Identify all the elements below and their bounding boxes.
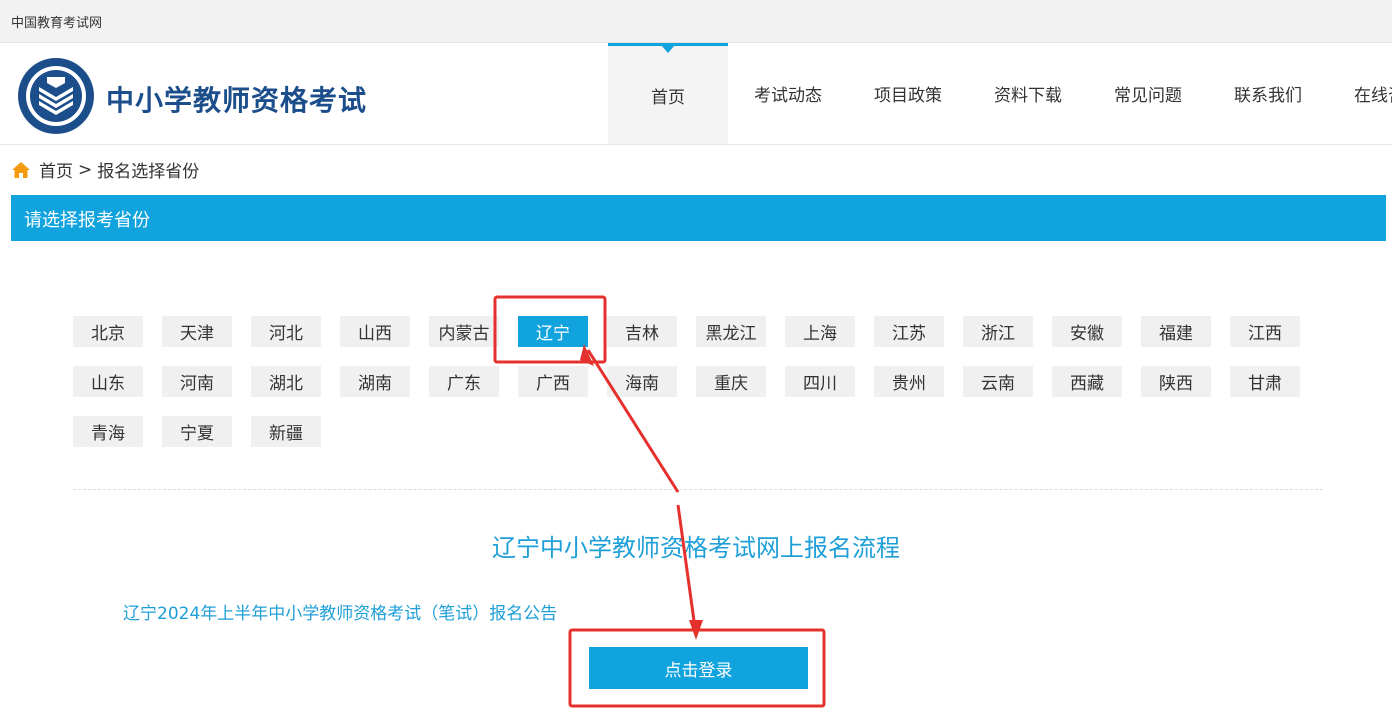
province-button[interactable]: 湖南: [340, 366, 410, 397]
arrow-head-login-icon: [689, 620, 703, 640]
header: 中小学教师资格考试 首页 考试动态 项目政策 资料下载 常见问题 联系我们 在线…: [0, 43, 1392, 145]
province-button[interactable]: 山东: [73, 366, 143, 397]
province-button[interactable]: 内蒙古: [429, 316, 499, 347]
nav-item-contact[interactable]: 联系我们: [1208, 43, 1328, 144]
nav-item-home[interactable]: 首页: [608, 43, 728, 144]
province-button[interactable]: 湖北: [251, 366, 321, 397]
home-icon[interactable]: [11, 160, 31, 180]
divider: [73, 489, 1323, 490]
nav-item-policy[interactable]: 项目政策: [848, 43, 968, 144]
province-button[interactable]: 云南: [963, 366, 1033, 397]
top-bar: 中国教育考试网: [0, 0, 1392, 43]
province-button[interactable]: 新疆: [251, 416, 321, 447]
province-button[interactable]: 西藏: [1052, 366, 1122, 397]
province-button[interactable]: 四川: [785, 366, 855, 397]
nav-item-online-consult[interactable]: 在线咨询: [1328, 43, 1392, 144]
breadcrumb: 首页 > 报名选择省份: [11, 157, 199, 182]
province-button[interactable]: 江西: [1230, 316, 1300, 347]
province-button[interactable]: 贵州: [874, 366, 944, 397]
site-title: 中小学教师资格考试: [106, 84, 368, 117]
site-name: 中国教育考试网: [11, 16, 103, 31]
province-button[interactable]: 浙江: [963, 316, 1033, 347]
nav-item-exam-news[interactable]: 考试动态: [728, 43, 848, 144]
province-button[interactable]: 安徽: [1052, 316, 1122, 347]
province-button[interactable]: 辽宁: [518, 316, 588, 347]
province-button[interactable]: 江苏: [874, 316, 944, 347]
section-header: 请选择报考省份: [11, 195, 1386, 241]
province-button[interactable]: 福建: [1141, 316, 1211, 347]
province-button[interactable]: 广西: [518, 366, 588, 397]
nav-item-downloads[interactable]: 资料下载: [968, 43, 1088, 144]
breadcrumb-home[interactable]: 首页: [39, 157, 73, 182]
province-button[interactable]: 甘肃: [1230, 366, 1300, 397]
province-button[interactable]: 广东: [429, 366, 499, 397]
active-caret-icon: [661, 45, 675, 53]
province-button[interactable]: 吉林: [607, 316, 677, 347]
province-button[interactable]: 上海: [785, 316, 855, 347]
flow-title: 辽宁中小学教师资格考试网上报名流程: [492, 534, 900, 562]
login-button[interactable]: 点击登录: [589, 647, 808, 689]
province-button[interactable]: 山西: [340, 316, 410, 347]
province-button[interactable]: 重庆: [696, 366, 766, 397]
province-grid: 北京 天津 河北 山西 内蒙古 辽宁 吉林 黑龙江 上海 江苏 浙江 安徽 福建 江西山东 河南 湖北 湖南 广东…: [73, 316, 1323, 466]
province-button[interactable]: 天津: [162, 316, 232, 347]
arrow-to-login-icon: [676, 504, 697, 629]
main-nav: 首页 考试动态 项目政策 资料下载 常见问题 联系我们 在线咨询: [608, 43, 1392, 144]
province-button[interactable]: 青海: [73, 416, 143, 447]
nav-item-faq[interactable]: 常见问题: [1088, 43, 1208, 144]
province-button[interactable]: 北京: [73, 316, 143, 347]
province-button[interactable]: 黑龙江: [696, 316, 766, 347]
section-title: 请选择报考省份: [24, 210, 150, 231]
breadcrumb-separator: >: [78, 159, 93, 180]
notice-link[interactable]: 辽宁2024年上半年中小学教师资格考试（笔试）报名公告: [123, 599, 557, 624]
province-button[interactable]: 河南: [162, 366, 232, 397]
province-button[interactable]: 陕西: [1141, 366, 1211, 397]
breadcrumb-current: 报名选择省份: [97, 162, 200, 182]
province-button[interactable]: 宁夏: [162, 416, 232, 447]
province-button[interactable]: 海南: [607, 366, 677, 397]
province-button[interactable]: 河北: [251, 316, 321, 347]
logo-icon: [18, 58, 94, 134]
